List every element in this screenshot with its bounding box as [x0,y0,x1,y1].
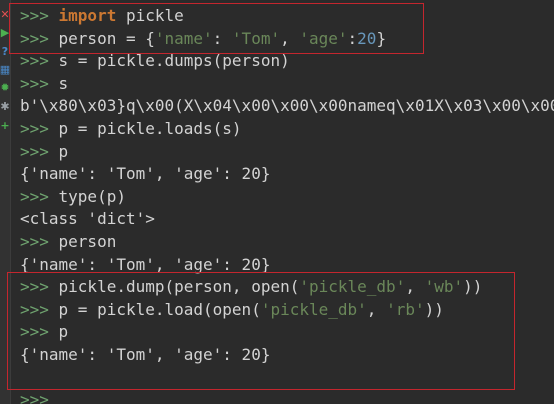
highlight-box-import [9,3,424,54]
settings-icon[interactable]: ✱ [0,100,10,114]
console-line: b'\x80\x03}q\x00(X\x04\x00\x00\x00nameq\… [20,95,554,117]
console-prompt: >>> [20,390,59,404]
console-line: >>> s [20,73,68,95]
variables-icon[interactable]: ▦ [0,63,10,77]
console-line: >>> p [20,141,68,163]
highlight-box-dump-load [7,272,515,390]
code-text: p = pickle.loads(s) [58,119,242,138]
add-icon[interactable]: + [0,119,10,133]
code-text: <class 'dict'> [20,209,155,229]
console-line: >>> p = pickle.loads(s) [20,118,242,140]
console-line: {'name': 'Tom', 'age': 20} [20,163,270,185]
console-prompt: >>> [20,73,59,93]
code-text: s [58,73,69,93]
console-prompt: >>> [20,232,59,251]
code-text: person [58,232,117,251]
code-text: {'name': 'Tom', 'age': 20} [20,164,271,184]
console-line: <class 'dict'> [20,208,155,230]
code-text: s = pickle.dumps(person) [58,51,290,71]
console-prompt: >>> [20,119,59,138]
console-line: >>> person [20,231,116,253]
console-line: >>> type(p) [20,186,126,208]
code-text: b'\x80\x03}q\x00(X\x04\x00\x00\x00nameq\… [20,96,554,116]
console-line: >>> [20,389,59,404]
console-prompt: >>> [20,51,59,71]
code-text: p [58,141,69,161]
code-text: type(p) [58,186,126,206]
console-prompt: >>> [20,186,59,206]
console-prompt: >>> [20,141,59,161]
code-text: {'name': 'Tom', 'age': 20} [20,254,271,274]
debug-icon[interactable]: ✹ [0,81,10,95]
